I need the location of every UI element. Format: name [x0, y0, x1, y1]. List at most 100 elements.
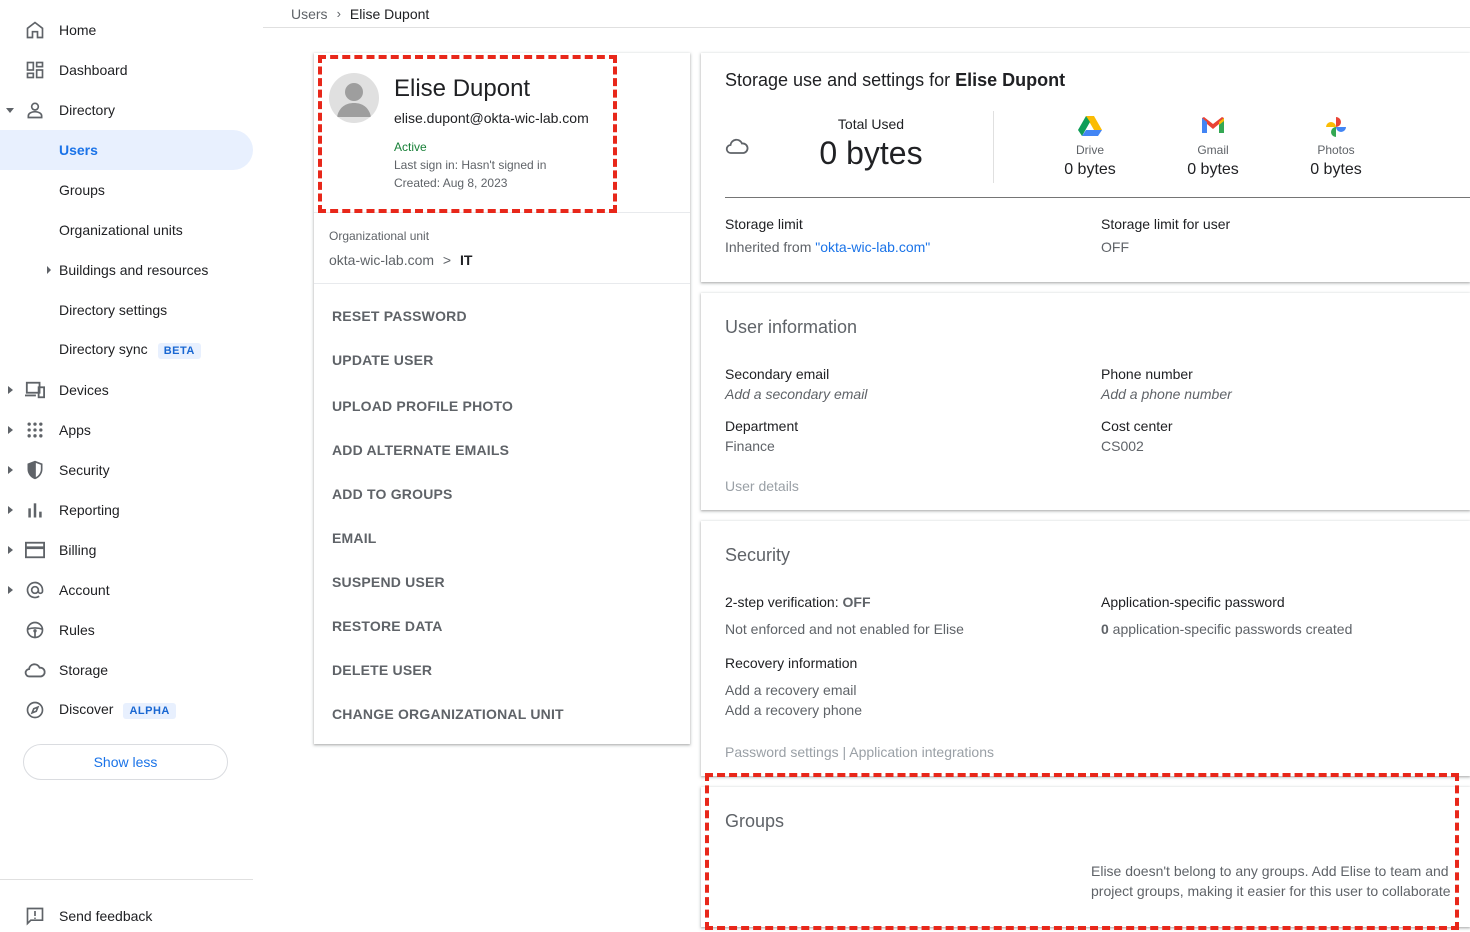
chevron-right-icon — [8, 466, 13, 474]
recovery-email[interactable]: Add a recovery email — [725, 682, 857, 698]
user-storage-limit-value: OFF — [1101, 239, 1129, 255]
apps-grid-icon — [24, 419, 46, 441]
at-sign-icon — [24, 579, 46, 601]
sidebar-item-label-wrap: Discover ALPHA — [59, 701, 176, 719]
sidebar-item-label: Organizational units — [59, 222, 183, 238]
steering-wheel-icon — [24, 619, 46, 641]
sidebar-item-storage[interactable]: Storage — [0, 650, 253, 690]
suspend-user-button[interactable]: SUSPEND USER — [332, 574, 445, 590]
sidebar-item-buildings[interactable]: Buildings and resources — [0, 250, 253, 290]
send-feedback-button[interactable]: Send feedback — [0, 896, 253, 932]
sidebar-item-label: Devices — [59, 382, 109, 398]
app-password-count: 0 — [1101, 621, 1109, 637]
org-unit-sep: > — [442, 252, 452, 268]
app-password-desc: 0 application-specific passwords created — [1101, 621, 1352, 637]
sidebar-item-label: Buildings and resources — [59, 262, 209, 278]
sidebar-item-label: Directory sync — [59, 341, 148, 357]
sidebar-item-account[interactable]: Account — [0, 570, 253, 610]
storage-card: Storage use and settings for Elise Dupon… — [701, 53, 1470, 282]
storage-limit-link[interactable]: "okta-wic-lab.com" — [815, 239, 930, 255]
update-user-button[interactable]: UPDATE USER — [332, 352, 434, 368]
sidebar-item-rules[interactable]: Rules — [0, 610, 253, 650]
divider — [725, 197, 1470, 198]
sidebar-item-discover[interactable]: Discover ALPHA — [0, 690, 253, 730]
add-to-groups-button[interactable]: ADD TO GROUPS — [332, 486, 453, 502]
sidebar-item-directory-settings[interactable]: Directory settings — [0, 290, 253, 330]
shield-icon — [24, 459, 46, 481]
alpha-badge: ALPHA — [123, 703, 176, 719]
drive-usage: Drive 0 bytes — [1040, 115, 1140, 179]
person-icon — [24, 99, 46, 121]
chevron-right-icon — [8, 426, 13, 434]
department-value: Finance — [725, 438, 775, 454]
breadcrumb: Users › Elise Dupont — [263, 0, 1470, 28]
sidebar-item-label: Storage — [59, 662, 109, 678]
sidebar-item-billing[interactable]: Billing — [0, 530, 253, 570]
email-button[interactable]: EMAIL — [332, 530, 377, 546]
two-step-value: OFF — [842, 594, 871, 610]
security-title: Security — [725, 545, 791, 565]
secondary-email-hint[interactable]: Add a secondary email — [725, 386, 867, 402]
sidebar-item-dashboard[interactable]: Dashboard — [0, 50, 253, 90]
sidebar-item-label: Groups — [59, 182, 105, 198]
chevron-right-icon — [47, 266, 51, 274]
sidebar-item-label-wrap: Directory sync BETA — [59, 341, 201, 359]
cloud-icon — [725, 138, 749, 161]
sidebar-item-reporting[interactable]: Reporting — [0, 490, 253, 530]
sidebar: Home Dashboard Directory Users Groups Or… — [0, 0, 263, 932]
storage-limit-value: Inherited from "okta-wic-lab.com" — [725, 239, 930, 255]
sidebar-item-label: Apps — [59, 422, 91, 438]
app-password-desc-text: application-specific passwords created — [1108, 621, 1353, 637]
app-password-label: Application-specific password — [1101, 594, 1285, 610]
two-step-label: 2-step verification: OFF — [725, 594, 871, 610]
add-alternate-emails-button[interactable]: ADD ALTERNATE EMAILS — [332, 442, 509, 458]
sidebar-item-directory-sync[interactable]: Directory sync BETA — [0, 330, 253, 370]
storage-title-prefix: Storage use and settings for — [725, 70, 956, 90]
recovery-info-label: Recovery information — [725, 655, 858, 671]
security-card[interactable]: Security 2-step verification: OFF Not en… — [701, 521, 1470, 776]
reset-password-button[interactable]: RESET PASSWORD — [332, 308, 467, 324]
divider — [993, 111, 994, 183]
user-details-link[interactable]: User details — [725, 478, 799, 494]
gmail-icon — [1163, 115, 1263, 137]
sidebar-item-label: Dashboard — [59, 62, 128, 78]
sidebar-item-label: Users — [59, 142, 98, 158]
delete-user-button[interactable]: DELETE USER — [332, 662, 432, 678]
phone-number-label: Phone number — [1101, 366, 1193, 382]
breadcrumb-current: Elise Dupont — [349, 5, 430, 22]
sidebar-item-label: Discover — [59, 701, 114, 717]
sidebar-item-security[interactable]: Security — [0, 450, 253, 490]
restore-data-button[interactable]: RESTORE DATA — [332, 618, 443, 634]
send-feedback-label: Send feedback — [59, 908, 153, 924]
sidebar-item-label: Account — [59, 582, 110, 598]
user-information-card[interactable]: User information Secondary email Add a s… — [701, 293, 1470, 510]
feedback-icon — [24, 905, 46, 927]
phone-number-hint[interactable]: Add a phone number — [1101, 386, 1232, 402]
change-org-unit-button[interactable]: CHANGE ORGANIZATIONAL UNIT — [332, 706, 564, 722]
upload-profile-photo-button[interactable]: UPLOAD PROFILE PHOTO — [332, 398, 513, 414]
show-less-button[interactable]: Show less — [23, 744, 228, 780]
sidebar-item-label: Rules — [59, 622, 95, 638]
sidebar-item-directory[interactable]: Directory — [0, 90, 253, 130]
sidebar-item-users[interactable]: Users — [0, 130, 253, 170]
security-links[interactable]: Password settings | Application integrat… — [725, 744, 994, 760]
sidebar-item-apps[interactable]: Apps — [0, 410, 253, 450]
home-icon — [24, 19, 46, 41]
org-unit-leaf: IT — [460, 252, 473, 268]
org-unit-path: okta-wic-lab.com > IT — [329, 252, 472, 268]
two-step-desc: Not enforced and not enabled for Elise — [725, 621, 964, 637]
photos-label: Photos — [1317, 143, 1355, 157]
storage-limit-prefix: Inherited from — [725, 239, 816, 255]
sidebar-item-home[interactable]: Home — [0, 10, 253, 50]
sidebar-item-organizational-units[interactable]: Organizational units — [0, 210, 253, 250]
breadcrumb-users-link[interactable]: Users — [291, 6, 328, 22]
sidebar-divider — [0, 879, 253, 880]
recovery-phone[interactable]: Add a recovery phone — [725, 702, 862, 718]
sidebar-item-label: Billing — [59, 542, 97, 558]
cloud-icon — [24, 659, 46, 681]
sidebar-item-groups[interactable]: Groups — [0, 170, 253, 210]
chevron-down-icon — [6, 107, 14, 113]
highlight-box-groups — [705, 773, 1459, 930]
sidebar-item-devices[interactable]: Devices — [0, 370, 253, 410]
dashboard-icon — [24, 59, 46, 81]
